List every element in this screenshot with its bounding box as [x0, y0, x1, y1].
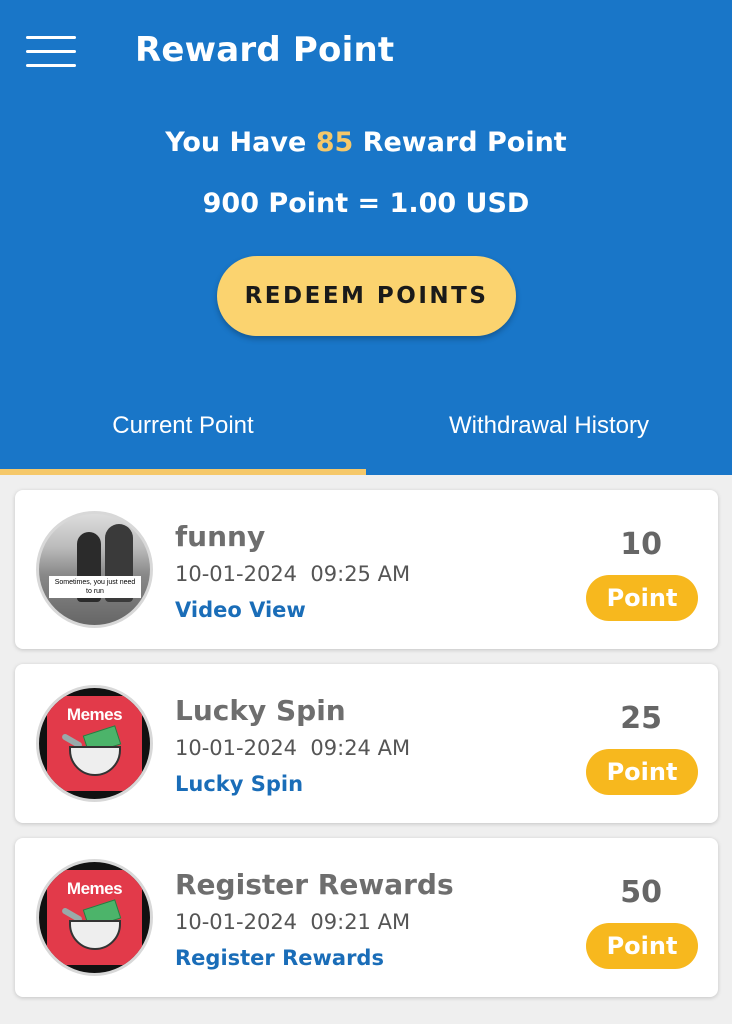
active-tab-indicator [0, 469, 366, 475]
tab-withdrawal-history-label: Withdrawal History [448, 412, 650, 439]
item-type-link[interactable]: Register Rewards [175, 946, 384, 970]
video-thumbnail-avatar: Sometimes, you just need to run [36, 511, 153, 628]
conversion-rate: 900 Point = 1.00 USD [202, 188, 530, 219]
item-date: 10-01-2024 09:25 AM [175, 562, 411, 586]
reward-item-card[interactable]: Memes Register Rewards 10-01-2024 09:21 … [15, 838, 718, 997]
item-point-value: 50 [620, 875, 662, 910]
item-date: 10-01-2024 09:21 AM [175, 910, 411, 934]
memes-logo-text: Memes [66, 705, 123, 724]
reward-item-card[interactable]: Memes Lucky Spin 10-01-2024 09:24 AM Luc… [15, 664, 718, 823]
thumbnail-caption: Sometimes, you just need to run [49, 576, 141, 598]
hamburger-menu-icon[interactable] [26, 33, 78, 71]
item-type-link[interactable]: Lucky Spin [175, 772, 303, 796]
reward-balance: You Have 85 Reward Point [0, 127, 732, 158]
memes-logo-avatar: Memes [36, 859, 153, 976]
reward-item-card[interactable]: Sometimes, you just need to run funny 10… [15, 490, 718, 649]
tab-current-point-label: Current Point [112, 412, 254, 439]
item-title: Register Rewards [175, 868, 454, 901]
page-title: Reward Point [135, 30, 395, 70]
tab-withdrawal-history[interactable]: Withdrawal History [366, 412, 732, 472]
redeem-points-button[interactable]: REDEEM POINTS [217, 256, 516, 336]
tab-current-point[interactable]: Current Point [0, 412, 366, 472]
header: Reward Point You Have 85 Reward Point 90… [0, 0, 732, 475]
memes-logo-icon: Memes [47, 696, 142, 791]
item-point-value: 25 [620, 701, 662, 736]
item-title: funny [175, 520, 266, 553]
balance-suffix: Reward Point [362, 127, 567, 158]
balance-value: 85 [315, 127, 354, 158]
item-date: 10-01-2024 09:24 AM [175, 736, 411, 760]
item-point-value: 10 [620, 527, 662, 562]
memes-logo-text: Memes [66, 879, 123, 898]
memes-logo-avatar: Memes [36, 685, 153, 802]
point-badge: Point [586, 575, 698, 621]
item-title: Lucky Spin [175, 694, 346, 727]
item-type-link[interactable]: Video View [175, 598, 306, 622]
memes-logo-icon: Memes [47, 870, 142, 965]
point-badge: Point [586, 923, 698, 969]
point-badge: Point [586, 749, 698, 795]
balance-prefix: You Have [165, 127, 307, 158]
